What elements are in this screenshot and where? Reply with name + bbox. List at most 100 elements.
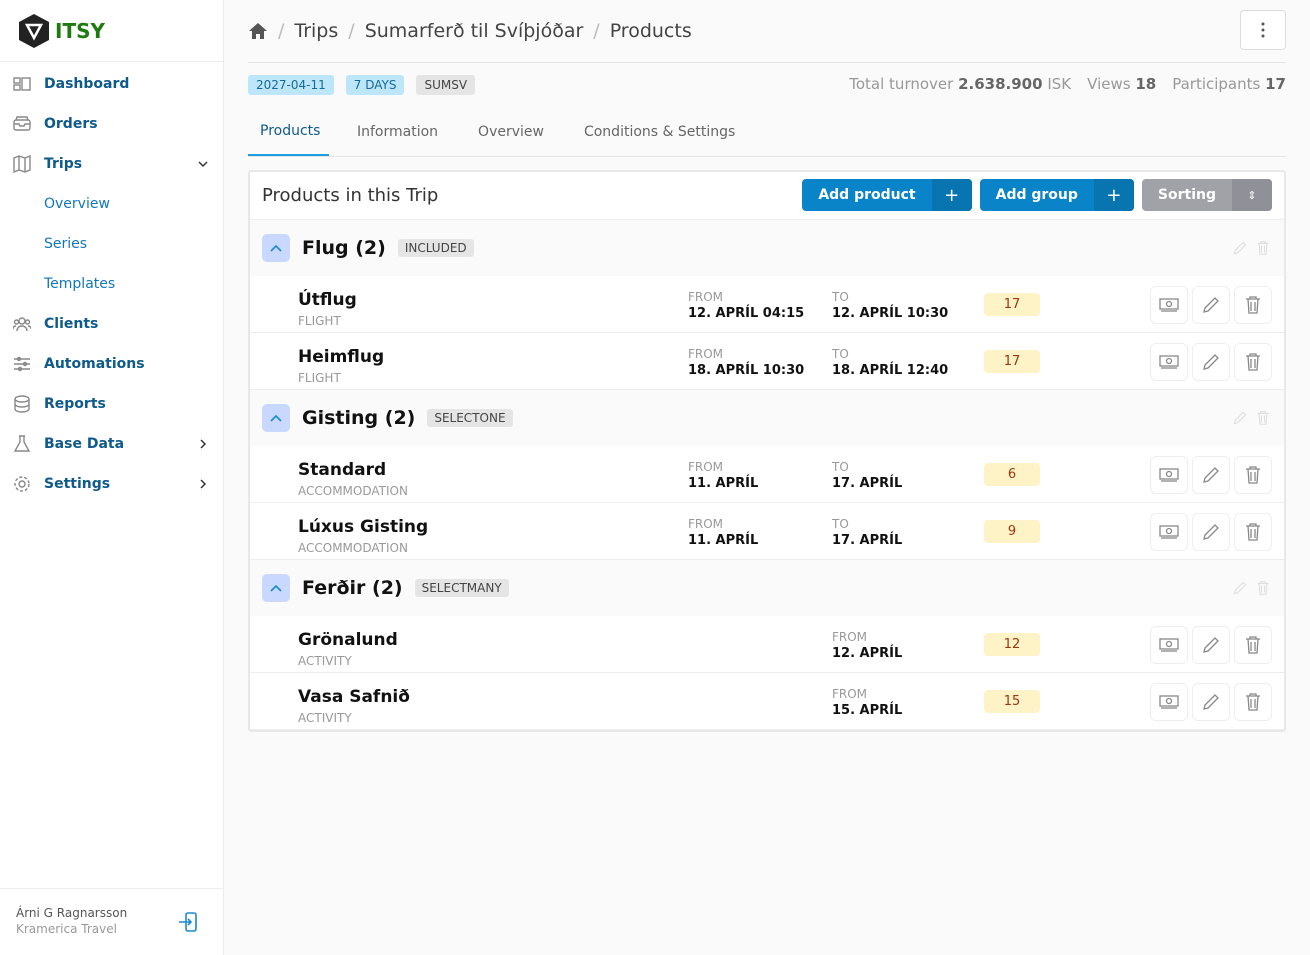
to-date: 17. APRÍL: [832, 533, 903, 548]
delete-product-button[interactable]: [1234, 626, 1272, 664]
sidebar-subitem-series[interactable]: Series: [0, 224, 223, 264]
sliders-icon: [14, 356, 30, 372]
product-name[interactable]: Grönalund: [298, 630, 398, 650]
collapse-group-button[interactable]: [262, 404, 290, 432]
product-group: Ferðir (2) SELECTMANY: [250, 560, 1284, 616]
pricing-button[interactable]: [1150, 343, 1188, 381]
sidebar-item-orders[interactable]: Orders: [0, 104, 223, 144]
pencil-icon: [1203, 694, 1219, 710]
delete-product-button[interactable]: [1234, 513, 1272, 551]
product-type: FLIGHT: [298, 314, 341, 328]
delete-group-button[interactable]: [1256, 240, 1270, 260]
delete-product-button[interactable]: [1234, 683, 1272, 721]
chevron-right-icon: [200, 479, 207, 489]
breadcrumb-trips[interactable]: Trips: [294, 20, 338, 42]
pricing-button[interactable]: [1150, 626, 1188, 664]
sidebar-item-automations[interactable]: Automations: [0, 344, 223, 384]
edit-product-button[interactable]: [1192, 456, 1230, 494]
edit-product-button[interactable]: [1192, 286, 1230, 324]
pencil-icon: [1233, 411, 1247, 425]
map-icon: [13, 155, 31, 173]
code-badge: SUMSV: [416, 75, 476, 95]
product-name[interactable]: Útflug: [298, 290, 357, 310]
money-icon: [1159, 525, 1179, 539]
product-type: ACCOMMODATION: [298, 541, 408, 555]
from-column: FROM 12. APRÍL: [832, 630, 903, 661]
product-row: Standard ACCOMMODATION FROM 11. APRÍL TO 17…: [250, 446, 1284, 503]
pricing-button[interactable]: [1150, 286, 1188, 324]
dashboard-icon: [13, 77, 31, 91]
edit-product-button[interactable]: [1192, 343, 1230, 381]
pencil-icon: [1233, 241, 1247, 255]
sidebar-nav: Dashboard Orders Trips Overview Series Templa…: [0, 62, 223, 504]
sidebar-item-settings[interactable]: Settings: [0, 464, 223, 504]
money-icon: [1159, 695, 1179, 709]
group-type-badge: SELECTONE: [427, 409, 513, 427]
from-column: FROM 11. APRÍL: [688, 517, 759, 548]
money-icon: [1159, 468, 1179, 482]
home-icon[interactable]: [248, 22, 268, 40]
product-row: Heimflug FLIGHT FROM 18. APRÍL 10:30 TO 18.…: [250, 333, 1284, 390]
gear-icon: [14, 476, 30, 492]
sidebar-item-reports[interactable]: Reports: [0, 384, 223, 424]
to-date: 12. APRÍL 10:30: [832, 306, 949, 321]
trash-icon: [1257, 411, 1269, 425]
add-product-button[interactable]: Add product +: [802, 179, 972, 211]
flask-icon: [13, 435, 31, 452]
logout-icon[interactable]: [177, 911, 199, 933]
product-name[interactable]: Standard: [298, 460, 386, 480]
from-column: FROM 18. APRÍL 10:30: [688, 347, 805, 378]
participant-count: 6: [984, 463, 1040, 486]
tab-overview[interactable]: Overview: [466, 107, 556, 156]
tab-conditions-settings[interactable]: Conditions & Settings: [572, 107, 747, 156]
product-name[interactable]: Lúxus Gisting: [298, 517, 428, 537]
delete-group-button[interactable]: [1256, 580, 1270, 600]
delete-product-button[interactable]: [1234, 286, 1272, 324]
tab-information[interactable]: Information: [345, 107, 450, 156]
tab-products[interactable]: Products: [248, 107, 329, 156]
sidebar-subitem-overview[interactable]: Overview: [0, 184, 223, 224]
sidebar-item-trips[interactable]: Trips: [0, 144, 223, 184]
collapse-group-button[interactable]: [262, 574, 290, 602]
sidebar-item-label: Clients: [44, 316, 99, 332]
pricing-button[interactable]: [1150, 683, 1188, 721]
sidebar-subitem-templates[interactable]: Templates: [0, 264, 223, 304]
tabs: Products Information Overview Conditions…: [248, 107, 1286, 157]
edit-group-button[interactable]: [1232, 580, 1248, 600]
sidebar-item-label: Automations: [44, 356, 145, 372]
delete-product-button[interactable]: [1234, 456, 1272, 494]
product-name[interactable]: Vasa Safnið: [298, 687, 410, 707]
money-icon: [1159, 638, 1179, 652]
pricing-button[interactable]: [1150, 456, 1188, 494]
delete-product-button[interactable]: [1234, 343, 1272, 381]
sidebar-item-clients[interactable]: Clients: [0, 304, 223, 344]
main-content: / Trips / Sumarferð til Svíþjóðar / Prod…: [248, 0, 1286, 732]
pencil-icon: [1203, 297, 1219, 313]
collapse-group-button[interactable]: [262, 234, 290, 262]
edit-group-button[interactable]: [1232, 410, 1248, 430]
group-type-badge: SELECTMANY: [414, 579, 509, 597]
product-name[interactable]: Heimflug: [298, 347, 384, 367]
to-date: 17. APRÍL: [832, 476, 903, 491]
breadcrumb-trip[interactable]: Sumarferð til Svíþjóðar: [365, 20, 584, 42]
more-button[interactable]: [1240, 10, 1286, 50]
sidebar-item-label: Orders: [44, 116, 98, 132]
edit-product-button[interactable]: [1192, 513, 1230, 551]
kebab-icon: [1261, 22, 1265, 38]
edit-group-button[interactable]: [1232, 240, 1248, 260]
from-date: 11. APRÍL: [688, 533, 759, 548]
money-icon: [1159, 298, 1179, 312]
pricing-button[interactable]: [1150, 513, 1188, 551]
trash-icon: [1257, 581, 1269, 595]
add-group-button[interactable]: Add group +: [979, 179, 1134, 211]
delete-group-button[interactable]: [1256, 410, 1270, 430]
sidebar-item-base-data[interactable]: Base Data: [0, 424, 223, 464]
views-value: 18: [1135, 75, 1157, 93]
logo[interactable]: ITSY: [0, 0, 223, 62]
sorting-button[interactable]: Sorting ⇕: [1141, 179, 1272, 211]
edit-product-button[interactable]: [1192, 626, 1230, 664]
edit-product-button[interactable]: [1192, 683, 1230, 721]
products-card: Products in this Trip Add product + Add g…: [248, 170, 1286, 732]
sidebar-item-dashboard[interactable]: Dashboard: [0, 64, 223, 104]
sidebar-item-label: Dashboard: [44, 76, 130, 92]
